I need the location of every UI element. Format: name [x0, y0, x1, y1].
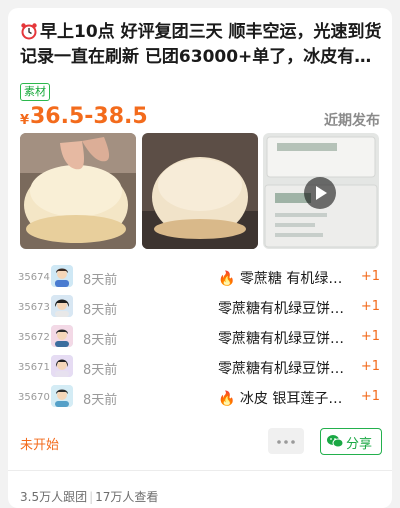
- order-list: 35674 8天前 🔥 零蔗糖 有机绿… +1 35673 8天前 零蔗糖有机绿…: [8, 262, 392, 412]
- list-item[interactable]: 35672 8天前 零蔗糖有机绿豆饼… +1: [8, 322, 392, 352]
- wechat-icon: [327, 435, 343, 448]
- order-number: 35674: [18, 272, 50, 283]
- stats-separator: |: [89, 490, 94, 504]
- order-time: 8天前: [83, 393, 118, 408]
- play-icon[interactable]: [304, 177, 336, 209]
- list-item[interactable]: 35670 8天前 🔥 冰皮 银耳莲子… +1: [8, 382, 392, 412]
- followers-count: 3.5万人跟团: [20, 490, 88, 504]
- order-product: 🔥 冰皮 银耳莲子…: [218, 391, 343, 407]
- status-label: 未开始: [20, 438, 60, 453]
- order-number: 35670: [18, 392, 50, 403]
- order-count: +1: [360, 299, 380, 314]
- share-button[interactable]: 分享: [320, 428, 382, 455]
- order-time: 8天前: [83, 363, 118, 378]
- order-count: +1: [360, 269, 380, 284]
- order-product: 零蔗糖有机绿豆饼…: [218, 361, 344, 377]
- bun-on-plate-photo[interactable]: [142, 133, 258, 249]
- share-label: 分享: [346, 437, 373, 452]
- list-item[interactable]: 35674 8天前 🔥 零蔗糖 有机绿… +1: [8, 262, 392, 292]
- order-count: +1: [360, 329, 380, 344]
- order-number: 35672: [18, 332, 50, 343]
- order-time: 8天前: [83, 303, 118, 318]
- order-count: +1: [360, 359, 380, 374]
- mung-bean-cake-box-video[interactable]: [263, 133, 379, 249]
- order-number: 35671: [18, 362, 50, 373]
- post-title-text: 早上10点 好评复团三天 顺丰空运，光速到货 记录一直在刷新 已团63000+单…: [20, 22, 382, 67]
- list-item[interactable]: 35673 8天前 零蔗糖有机绿豆饼… +1: [8, 292, 392, 322]
- avatar: [51, 325, 73, 347]
- avatar: [51, 355, 73, 377]
- order-time: 8天前: [83, 333, 118, 348]
- bun-in-hand-photo[interactable]: [20, 133, 136, 249]
- order-count: +1: [360, 389, 380, 404]
- price-row: ¥ 36.5-38.5 近期发布: [20, 104, 380, 132]
- avatar: [51, 295, 73, 317]
- more-button[interactable]: [268, 428, 304, 454]
- fire-icon: 🔥: [218, 271, 236, 287]
- fire-icon: 🔥: [218, 391, 236, 407]
- material-tag: 素材: [20, 83, 50, 101]
- order-product: 零蔗糖有机绿豆饼…: [218, 301, 344, 317]
- recent-publish-label: 近期发布: [324, 113, 380, 129]
- currency-symbol: ¥: [20, 113, 30, 128]
- order-time: 8天前: [83, 273, 118, 288]
- more-dots-icon: [277, 440, 295, 444]
- avatar: [51, 265, 73, 287]
- avatar: [51, 385, 73, 407]
- stats-line: 3.5万人跟团 | 17万人查看: [20, 488, 158, 505]
- post-title[interactable]: 早上10点 好评复团三天 顺丰空运，光速到货 记录一直在刷新 已团63000+单…: [20, 20, 382, 70]
- order-number: 35673: [18, 302, 50, 313]
- order-product: 零蔗糖有机绿豆饼…: [218, 331, 344, 347]
- price-range: 36.5-38.5: [30, 104, 148, 129]
- views-count: 17万人查看: [95, 490, 159, 504]
- divider: [8, 470, 392, 471]
- order-product: 🔥 零蔗糖 有机绿…: [218, 271, 343, 287]
- group-buy-card[interactable]: 早上10点 好评复团三天 顺丰空运，光速到货 记录一直在刷新 已团63000+单…: [8, 8, 392, 508]
- alarm-clock-icon: [21, 23, 37, 40]
- list-item[interactable]: 35671 8天前 零蔗糖有机绿豆饼… +1: [8, 352, 392, 382]
